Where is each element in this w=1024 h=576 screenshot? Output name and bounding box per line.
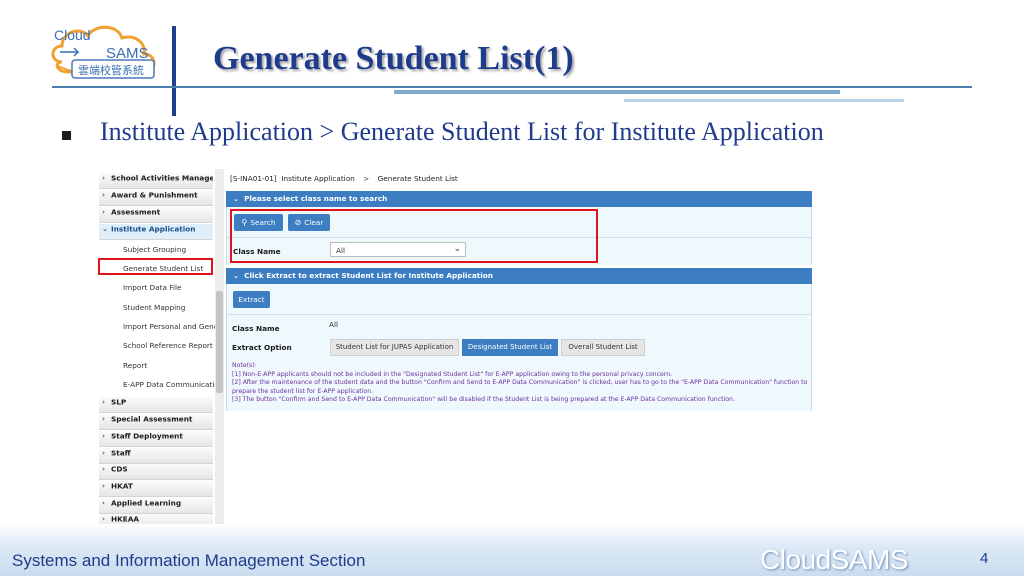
notes: Note(s): [1] Non-E-APP applicants should… [232,362,808,405]
sidebar-subitem-subject-grouping[interactable]: Subject Grouping [123,245,215,254]
extract-class-name-value: All [329,320,339,329]
sidebar-item-institute-application[interactable]: ⌄ Institute Application [99,224,213,240]
chevron-right-icon: › [102,173,106,182]
title-divider [172,26,176,116]
sidebar-subitem-report[interactable]: Report [123,361,215,370]
chevron-right-icon: › [102,448,106,457]
search-panel-header[interactable]: ⌄ Please select class name to search [226,191,812,207]
sidebar-subitem-school-reference-report[interactable]: School Reference Report [123,341,215,350]
breadcrumb: [S-INA01-01] Institute Application > Gen… [230,174,458,183]
chevron-right-icon: › [102,414,106,423]
chevron-right-icon: › [102,207,106,216]
footer-section-name: Systems and Information Management Secti… [12,551,366,570]
sidebar-item-award-punishment[interactable]: › Award & Punishment [99,190,213,206]
main-content: [S-INA01-01] Institute Application > Gen… [226,169,814,524]
extract-panel-header[interactable]: ⌄ Click Extract to extract Student List f… [226,268,812,284]
header-rule-accent [394,90,840,94]
slide-title: Generate Student List(1) [213,40,574,77]
note-item: [2] After the maintenance of the student… [232,379,808,395]
option-overall-student-list[interactable]: Overall Student List [561,339,645,356]
page-number: 4 [980,550,989,567]
note-heading: Note(s): [232,362,257,369]
divider [226,314,812,315]
highlight-box-sidebar [98,258,213,275]
chevron-right-icon: › [102,514,106,523]
sidebar-item-staff[interactable]: › Staff [99,448,213,464]
chevron-right-icon: › [102,431,106,440]
bullet-text: Institute Application > Generate Student… [100,117,824,146]
sidebar-subitem-student-mapping[interactable]: Student Mapping [123,303,215,312]
breadcrumb-module[interactable]: Institute Application [281,174,354,183]
extract-option-label: Extract Option [232,343,292,352]
header-rule-accent-light [624,99,904,102]
sidebar-subitem-eapp-data-communication[interactable]: E-APP Data Communication [123,380,215,389]
note-item: [1] Non-E-APP applicants should not be i… [232,370,673,378]
extract-class-name-label: Class Name [232,324,280,333]
note-item: [3] The button "Confirm and Send to E-AP… [232,396,735,404]
sidebar-item-applied-learning[interactable]: › Applied Learning [99,498,213,514]
sidebar-item-school-activities[interactable]: ›School Activities Management [99,173,213,189]
chevron-down-icon: ⌄ [233,271,240,280]
app-screenshot: ›School Activities Management ›Award & P… [97,169,814,524]
bullet-square-icon [62,131,71,140]
chevron-right-icon: › [102,464,106,473]
chevron-right-icon: › [102,190,106,199]
chevron-right-icon: › [102,498,106,507]
sidebar-subitem-import-personal[interactable]: Import Personal and General Information [123,322,215,331]
cloudsams-logo: Cloud SAMS 雲端校管系統 [51,25,156,79]
logo-sams-text: SAMS [106,45,149,62]
sidebar: ›School Activities Management ›Award & P… [97,169,224,524]
sidebar-item-slp[interactable]: › SLP [99,397,213,413]
sidebar-subitem-import-data-file[interactable]: Import Data File [123,283,215,292]
extract-button[interactable]: Extract [233,291,270,308]
sidebar-item-staff-deployment[interactable]: › Staff Deployment [99,431,213,447]
logo-chinese-text: 雲端校管系統 [78,63,144,77]
highlight-box-search [230,209,598,263]
sidebar-item-special-assessment[interactable]: › Special Assessment [99,414,213,430]
footer-brand-logo: CloudSAMS [760,544,909,575]
header-rule [52,86,972,88]
breadcrumb-page: Generate Student List [377,174,458,183]
sidebar-item-cds[interactable]: › CDS [99,464,213,480]
breadcrumb-code: [S-INA01-01] [230,174,277,183]
sidebar-scroll-thumb[interactable] [216,291,223,393]
sidebar-item-assessment[interactable]: › Assessment [99,207,213,223]
option-jupas-student-list[interactable]: Student List for JUPAS Application [330,339,459,356]
chevron-down-icon: ⌄ [102,224,109,233]
chevron-right-icon: › [102,481,106,490]
breadcrumb-separator: > [363,174,370,183]
sidebar-item-hkeaa[interactable]: › HKEAA [99,514,213,524]
option-designated-student-list[interactable]: Designated Student List [462,339,558,356]
sidebar-item-hkat[interactable]: › HKAT [99,481,213,497]
chevron-right-icon: › [102,397,106,406]
chevron-down-icon: ⌄ [233,194,240,203]
logo-cloud-text: Cloud [54,27,91,43]
